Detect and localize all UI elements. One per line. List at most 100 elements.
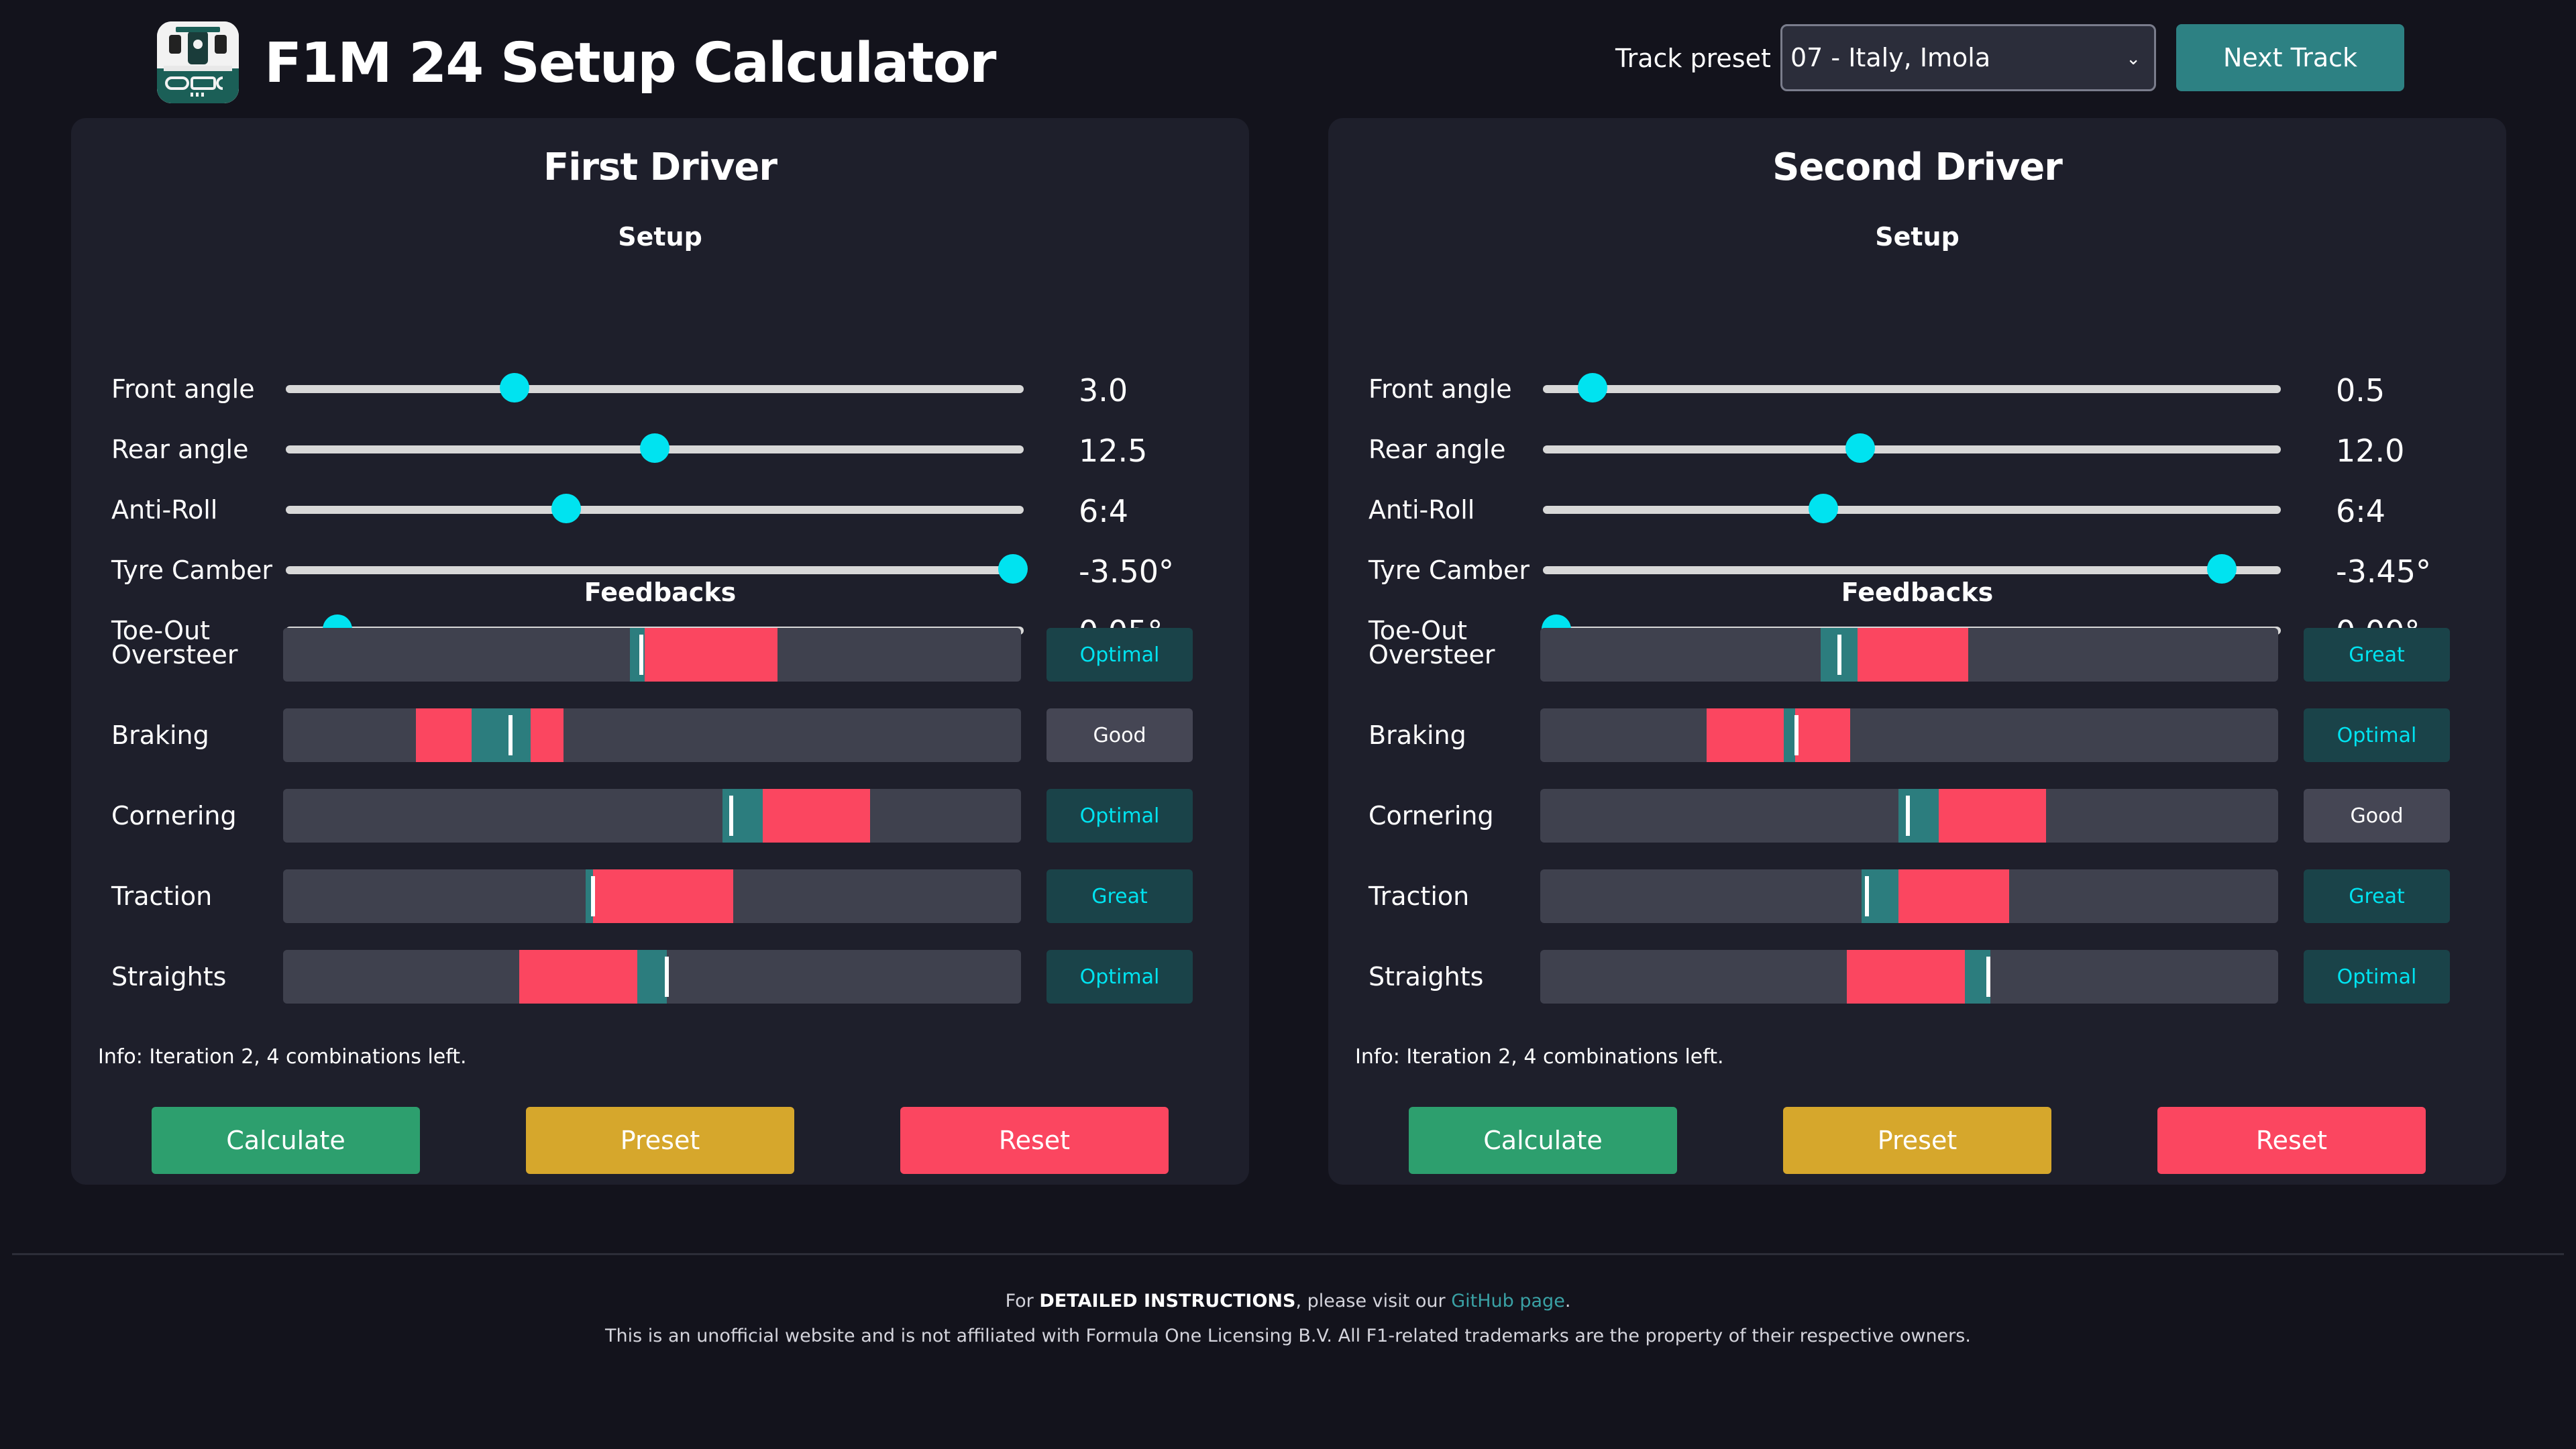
first-driver-title: First Driver <box>543 146 777 189</box>
oversteer-feedback-label: Oversteer <box>111 640 238 669</box>
anti-roll-slider[interactable] <box>286 494 1024 523</box>
second-driver-title: Second Driver <box>1772 146 2063 189</box>
rear-angle-slider[interactable] <box>1543 433 2281 463</box>
braking-feedback-bar <box>283 708 1021 762</box>
cornering-feedback-label: Cornering <box>1368 801 1494 830</box>
rear-angle-label: Rear angle <box>1368 435 1506 464</box>
straights-status-badge: Optimal <box>1046 950 1193 1004</box>
straights-current-marker <box>665 957 669 997</box>
cornering-feedback-bar <box>283 789 1021 843</box>
tyre-camber-slider[interactable] <box>286 554 1028 584</box>
straights-range-bad <box>519 950 637 1004</box>
oversteer-range-bad <box>645 628 777 682</box>
footer-disclaimer: This is an unofficial website and is not… <box>605 1326 1971 1346</box>
rear-angle-slider[interactable] <box>286 433 1024 463</box>
oversteer-status-badge: Optimal <box>1046 628 1193 682</box>
straights-feedback-label: Straights <box>1368 962 1484 991</box>
iteration-info: Info: Iteration 2, 4 combinations left. <box>98 1045 467 1069</box>
braking-status-badge: Good <box>1046 708 1193 762</box>
front-angle-slider[interactable] <box>1543 373 2281 402</box>
feedbacks-section-title: Feedbacks <box>1841 578 1994 607</box>
traction-current-marker <box>1865 876 1870 916</box>
rear-angle-value: 12.0 <box>2336 433 2405 469</box>
iteration-info: Info: Iteration 2, 4 combinations left. <box>1355 1045 1724 1069</box>
traction-range-bad <box>1898 869 2009 923</box>
rear-angle-value: 12.5 <box>1079 433 1148 469</box>
anti-roll-value: 6:4 <box>2336 493 2386 529</box>
anti-roll-slider[interactable] <box>1543 494 2281 523</box>
app-logo-icon <box>157 21 239 103</box>
front-angle-value: 0.5 <box>2336 372 2385 409</box>
straights-range-optimal <box>637 950 667 1004</box>
straights-range-bad <box>1846 950 1965 1004</box>
chevron-down-icon: ⌄ <box>2126 49 2141 69</box>
calculate-button[interactable]: Calculate <box>1409 1107 1677 1174</box>
traction-feedback-bar <box>283 869 1021 923</box>
straights-feedback-bar <box>1540 950 2278 1004</box>
traction-feedback-bar <box>1540 869 2278 923</box>
anti-roll-slider-thumb[interactable] <box>551 494 581 523</box>
tyre-camber-slider[interactable] <box>1543 554 2281 584</box>
next-track-button[interactable]: Next Track <box>2176 24 2404 91</box>
first-driver-panel: First Driver Setup Front angle 3.0 Rear angl… <box>71 118 1249 1185</box>
front-angle-slider-thumb[interactable] <box>500 373 529 402</box>
oversteer-feedback-bar <box>1540 628 2278 682</box>
reset-button[interactable]: Reset <box>2157 1107 2426 1174</box>
braking-range-optimal <box>1784 708 1795 762</box>
front-angle-label: Front angle <box>111 374 255 404</box>
app-title: F1M 24 Setup Calculator <box>264 32 996 95</box>
rear-angle-slider-thumb[interactable] <box>640 433 669 463</box>
cornering-status-badge: Good <box>2304 789 2450 843</box>
preset-button[interactable]: Preset <box>1783 1107 2051 1174</box>
traction-feedback-label: Traction <box>1368 881 1470 911</box>
front-angle-label: Front angle <box>1368 374 1512 404</box>
cornering-feedback-bar <box>1540 789 2278 843</box>
front-angle-slider-thumb[interactable] <box>1577 373 1607 402</box>
traction-status-badge: Great <box>2304 869 2450 923</box>
braking-feedback-label: Braking <box>111 720 209 750</box>
rear-angle-slider-thumb[interactable] <box>1845 433 1875 463</box>
footer-instructions: For DETAILED INSTRUCTIONS, please visit … <box>0 1287 2576 1316</box>
front-angle-value: 3.0 <box>1079 372 1128 409</box>
footer-suffix: . <box>1564 1291 1571 1311</box>
braking-current-marker <box>1794 715 1799 755</box>
oversteer-status-badge: Great <box>2304 628 2450 682</box>
anti-roll-label: Anti-Roll <box>111 495 218 525</box>
setup-section-title: Setup <box>1875 222 1960 252</box>
reset-button[interactable]: Reset <box>900 1107 1169 1174</box>
anti-roll-value: 6:4 <box>1079 493 1129 529</box>
straights-feedback-label: Straights <box>111 962 227 991</box>
front-angle-slider[interactable] <box>286 373 1024 402</box>
anti-roll-slider-thumb[interactable] <box>1809 494 1838 523</box>
braking-range-bad <box>1706 708 1850 762</box>
cornering-status-badge: Optimal <box>1046 789 1193 843</box>
setup-section-title: Setup <box>618 222 702 252</box>
oversteer-current-marker <box>639 635 643 675</box>
traction-feedback-label: Traction <box>111 881 213 911</box>
cornering-current-marker <box>729 796 733 836</box>
track-preset-label: Track preset <box>1615 44 1771 73</box>
braking-current-marker <box>508 715 513 755</box>
oversteer-current-marker <box>1837 635 1841 675</box>
traction-status-badge: Great <box>1046 869 1193 923</box>
braking-feedback-bar <box>1540 708 2278 762</box>
preset-button[interactable]: Preset <box>526 1107 794 1174</box>
cornering-range-optimal <box>1898 789 1939 843</box>
footer-divider <box>12 1253 2564 1255</box>
braking-status-badge: Optimal <box>2304 708 2450 762</box>
traction-current-marker <box>591 876 595 916</box>
github-link[interactable]: GitHub page <box>1451 1291 1565 1311</box>
oversteer-range-bad <box>1858 628 1968 682</box>
feedbacks-section-title: Feedbacks <box>584 578 737 607</box>
anti-roll-label: Anti-Roll <box>1368 495 1475 525</box>
footer-mid: , please visit our <box>1295 1291 1452 1311</box>
track-preset-select[interactable]: 07 - Italy, Imola ⌄ <box>1780 24 2156 91</box>
oversteer-feedback-bar <box>283 628 1021 682</box>
calculate-button[interactable]: Calculate <box>152 1107 420 1174</box>
track-preset-value: 07 - Italy, Imola <box>1790 43 1991 72</box>
second-driver-panel: Second Driver Setup Front angle 0.5 Rear ang… <box>1328 118 2506 1185</box>
cornering-range-bad <box>763 789 870 843</box>
braking-range-optimal <box>471 708 531 762</box>
straights-feedback-bar <box>283 950 1021 1004</box>
cornering-feedback-label: Cornering <box>111 801 237 830</box>
